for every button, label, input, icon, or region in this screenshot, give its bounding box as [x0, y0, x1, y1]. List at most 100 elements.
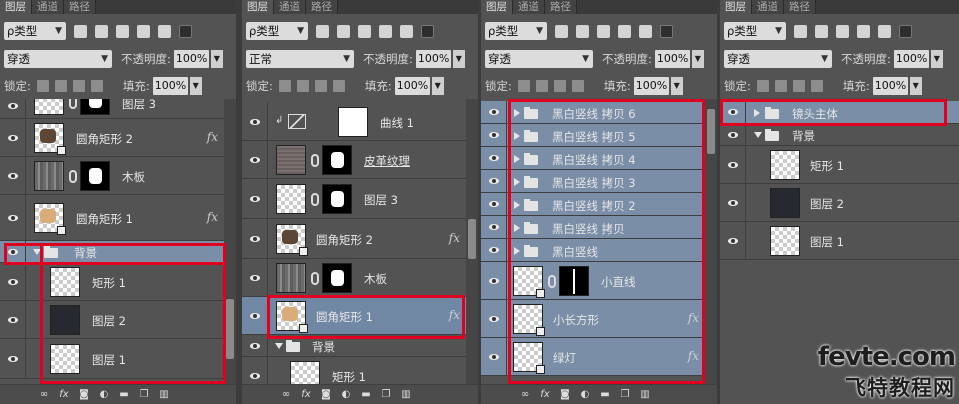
layer-row[interactable]: 矩形 1 — [0, 263, 224, 301]
fill-slider-toggle[interactable]: ▼ — [431, 77, 444, 95]
pixel-filter-icon[interactable] — [74, 24, 87, 38]
opacity-input[interactable]: 100% — [654, 50, 690, 68]
link-layers-icon[interactable]: ∞ — [519, 389, 531, 400]
opacity-input[interactable]: 100% — [173, 50, 209, 68]
scrollbar[interactable] — [224, 99, 236, 384]
group-row[interactable]: 镜头主体 — [720, 101, 959, 124]
tab-paths[interactable]: 路径 — [545, 0, 577, 14]
layer-row[interactable]: 图层 3 — [242, 179, 466, 219]
layer-row-selected[interactable]: 圆角矩形 1 fx — [242, 297, 466, 335]
filter-select[interactable]: ρ类型 ▼ — [724, 22, 786, 40]
shape-filter-icon[interactable] — [857, 24, 870, 38]
fill-slider-toggle[interactable]: ▼ — [189, 77, 202, 95]
layer-row[interactable]: 木板 — [0, 157, 224, 195]
trash-icon[interactable]: ▥ — [639, 389, 651, 400]
lock-move-icon[interactable] — [72, 80, 85, 92]
collapse-arrow-icon[interactable] — [514, 247, 520, 255]
eye-icon[interactable] — [720, 101, 746, 123]
layer-row[interactable]: 绿灯 fx — [481, 338, 705, 376]
fx-icon[interactable]: fx — [539, 389, 551, 400]
expand-arrow-icon[interactable] — [754, 132, 762, 138]
fx-icon[interactable]: fx — [300, 389, 312, 400]
eye-icon[interactable] — [481, 300, 507, 337]
lock-move-icon[interactable] — [314, 80, 327, 92]
tab-channels[interactable]: 通道 — [513, 0, 545, 14]
expand-arrow-icon[interactable] — [275, 343, 283, 349]
eye-icon[interactable] — [242, 335, 268, 356]
layer-row[interactable]: 木板 — [242, 259, 466, 297]
add-mask-icon[interactable]: ◙ — [320, 389, 332, 400]
lock-move-icon[interactable] — [792, 80, 805, 92]
eye-icon[interactable] — [242, 259, 268, 296]
scrollbar-thumb[interactable] — [226, 299, 234, 359]
eye-icon[interactable] — [720, 184, 746, 221]
opacity-slider-toggle[interactable]: ▼ — [452, 50, 465, 68]
lock-all-icon[interactable] — [332, 80, 345, 92]
fill-input[interactable]: 100% — [394, 77, 430, 95]
add-mask-icon[interactable]: ◙ — [559, 389, 571, 400]
eye-icon[interactable] — [0, 301, 26, 338]
fx-icon[interactable]: fx — [207, 130, 218, 144]
group-row[interactable]: 背景 — [720, 124, 959, 146]
group-row[interactable]: 黑白竖线 拷贝 3 — [481, 170, 705, 193]
adjustment-layer-icon[interactable]: ◐ — [98, 389, 110, 400]
eye-icon[interactable] — [242, 103, 268, 140]
shape-filter-icon[interactable] — [618, 24, 631, 38]
tab-channels[interactable]: 通道 — [32, 0, 64, 14]
collapse-arrow-icon[interactable] — [514, 224, 520, 232]
layer-row[interactable]: 图层 3 — [0, 99, 224, 119]
add-mask-icon[interactable]: ◙ — [78, 389, 90, 400]
adjustment-layer-icon[interactable]: ◐ — [340, 389, 352, 400]
group-row[interactable]: 黑白竖线 拷贝 6 — [481, 101, 705, 124]
smart-object-filter-icon[interactable] — [639, 24, 652, 38]
filter-select[interactable]: ρ类型 ▼ — [485, 22, 547, 40]
collapse-arrow-icon[interactable] — [514, 132, 520, 140]
fx-icon[interactable]: fx — [58, 389, 70, 400]
expand-arrow-icon[interactable] — [33, 249, 41, 255]
group-row[interactable]: 黑白竖线 拷贝 5 — [481, 124, 705, 147]
pixel-filter-icon[interactable] — [316, 24, 329, 38]
smart-object-filter-icon[interactable] — [400, 24, 413, 38]
eye-icon[interactable] — [481, 338, 507, 375]
collapse-arrow-icon[interactable] — [754, 109, 760, 117]
shape-filter-icon[interactable] — [137, 24, 150, 38]
group-row[interactable]: 背景 — [242, 335, 466, 357]
eye-icon[interactable] — [481, 216, 507, 238]
tab-channels[interactable]: 通道 — [274, 0, 306, 14]
lock-brush-icon[interactable] — [774, 80, 787, 92]
lock-transparent-icon[interactable] — [756, 80, 769, 92]
collapse-arrow-icon[interactable] — [514, 109, 520, 117]
lock-all-icon[interactable] — [90, 80, 103, 92]
tab-layers[interactable]: 图层 — [0, 0, 32, 14]
tab-channels[interactable]: 通道 — [752, 0, 784, 14]
new-layer-icon[interactable]: ❐ — [619, 389, 631, 400]
adjustment-filter-icon[interactable] — [95, 24, 108, 38]
eye-icon[interactable] — [481, 239, 507, 261]
group-row[interactable]: 黑白竖线 拷贝 4 — [481, 147, 705, 170]
lock-transparent-icon[interactable] — [36, 80, 49, 92]
layer-row[interactable]: 矩形 1 — [242, 357, 466, 384]
eye-icon[interactable] — [481, 101, 507, 123]
adjustment-filter-icon[interactable] — [337, 24, 350, 38]
lock-all-icon[interactable] — [810, 80, 823, 92]
eye-icon[interactable] — [481, 147, 507, 169]
group-row[interactable]: 黑白竖线 — [481, 239, 705, 262]
eye-icon[interactable] — [720, 146, 746, 183]
opacity-input[interactable]: 100% — [893, 50, 929, 68]
scrollbar[interactable] — [705, 99, 717, 384]
eye-icon[interactable] — [0, 195, 26, 240]
group-row[interactable]: 黑白竖线 拷贝 — [481, 216, 705, 239]
eye-icon[interactable] — [242, 179, 268, 218]
adjustment-filter-icon[interactable] — [815, 24, 828, 38]
tab-paths[interactable]: 路径 — [784, 0, 816, 14]
lock-brush-icon[interactable] — [54, 80, 67, 92]
layer-row[interactable]: ↲ 曲线 1 — [242, 103, 466, 141]
eye-icon[interactable] — [720, 124, 746, 145]
fx-icon[interactable]: fx — [688, 349, 699, 363]
eye-icon[interactable] — [0, 241, 26, 262]
tab-layers[interactable]: 图层 — [481, 0, 513, 14]
layer-row[interactable]: 矩形 1 — [720, 146, 959, 184]
shape-filter-icon[interactable] — [379, 24, 392, 38]
new-group-icon[interactable]: ▬ — [599, 389, 611, 400]
smart-object-filter-icon[interactable] — [878, 24, 891, 38]
